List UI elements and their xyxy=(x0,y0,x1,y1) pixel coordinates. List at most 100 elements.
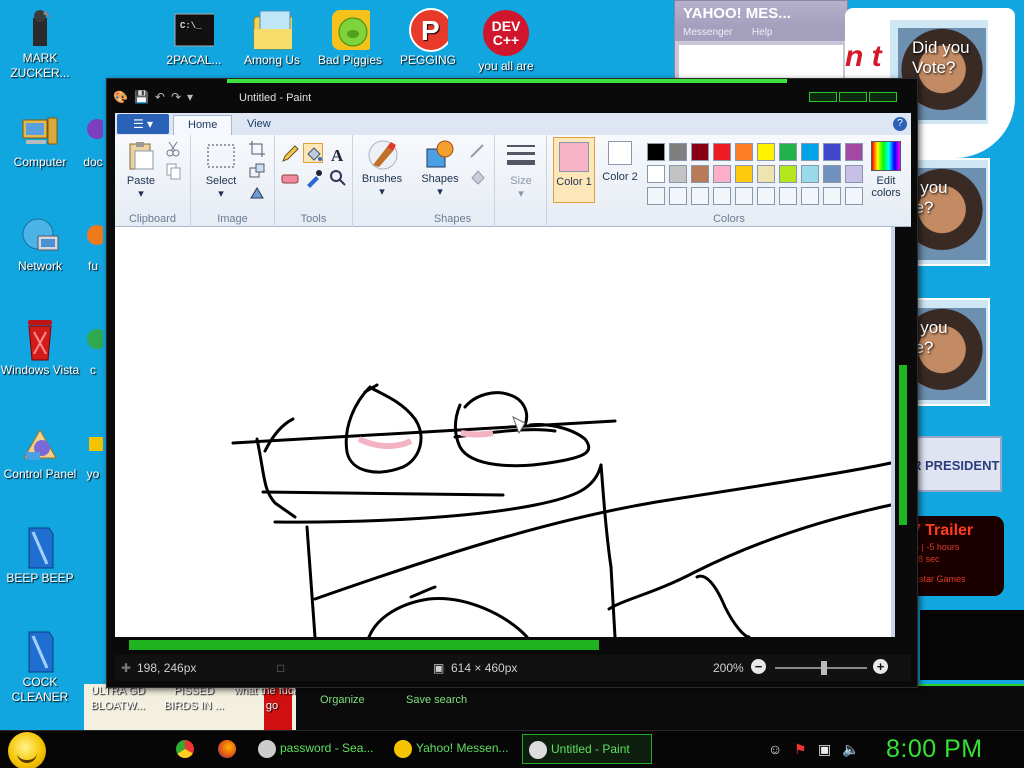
color-2-button[interactable]: Color 2 xyxy=(599,141,641,183)
palette-swatch[interactable] xyxy=(669,143,687,161)
desktop-icon-computer[interactable]: Computer xyxy=(0,112,80,170)
menu-messenger[interactable]: Messenger xyxy=(683,27,732,38)
desktop-icon-2pacal[interactable]: C:\_ 2PACAL... xyxy=(154,10,234,68)
desktop-icon-windows-vista[interactable]: Windows Vista xyxy=(0,320,80,378)
desktop-icon-c[interactable]: c xyxy=(78,320,108,378)
clock[interactable]: 8:00 PM xyxy=(886,735,983,764)
save-icon[interactable]: 💾 xyxy=(134,90,149,104)
taskbar-button-yahoo[interactable]: Yahoo! Messen... xyxy=(388,734,516,764)
copy-icon[interactable] xyxy=(163,161,183,181)
palette-swatch[interactable] xyxy=(735,143,753,161)
palette-swatch[interactable] xyxy=(823,165,841,183)
scroll-thumb[interactable] xyxy=(899,365,907,525)
fill-icon[interactable] xyxy=(303,143,323,163)
palette-swatch[interactable] xyxy=(691,187,709,205)
palette-swatch[interactable] xyxy=(779,143,797,161)
desktop-icon-beep-beep[interactable]: BEEP BEEP xyxy=(0,527,80,586)
eraser-icon[interactable] xyxy=(279,167,299,187)
desktop-icon-yo[interactable]: yo xyxy=(78,424,108,482)
zoom-in-button[interactable]: + xyxy=(873,659,888,674)
palette-swatch[interactable] xyxy=(713,165,731,183)
scroll-thumb[interactable] xyxy=(129,640,599,650)
palette-swatch[interactable] xyxy=(691,143,709,161)
palette-swatch[interactable] xyxy=(647,165,665,183)
tab-view[interactable]: View xyxy=(233,115,285,135)
maximize-button[interactable] xyxy=(839,92,867,102)
desktop-icon-mark-zucker[interactable]: MARK ZUCKER... xyxy=(0,8,80,81)
desktop-icon-you-all-are[interactable]: DEV C++ you all are xyxy=(466,10,546,74)
desktop-icon-ultra-gd[interactable]: ULTRA GD BLOATW... xyxy=(80,684,156,714)
select-button[interactable]: Select ▾ xyxy=(197,141,245,200)
help-icon[interactable]: ? xyxy=(893,117,907,131)
chrome-icon[interactable] xyxy=(176,740,194,758)
customize-icon[interactable]: ▾ xyxy=(187,90,193,104)
messenger-tray-icon[interactable]: ☺ xyxy=(768,741,782,757)
rotate-icon[interactable] xyxy=(247,183,267,203)
network-tray-icon[interactable]: ▣ xyxy=(818,741,831,758)
crop-icon[interactable] xyxy=(247,139,267,159)
color-1-button[interactable]: Color 1 xyxy=(553,137,595,203)
desktop-icon-control-panel[interactable]: Control Panel xyxy=(0,424,80,482)
palette-swatch[interactable] xyxy=(757,187,775,205)
outline-icon[interactable] xyxy=(467,141,487,161)
palette-swatch[interactable] xyxy=(823,143,841,161)
palette-swatch[interactable] xyxy=(713,143,731,161)
desktop-icon-pegging[interactable]: P PEGGING xyxy=(388,8,468,68)
resize-icon[interactable] xyxy=(247,161,267,181)
desktop-icon-doc[interactable]: doc xyxy=(78,112,108,170)
tab-home[interactable]: Home xyxy=(173,115,233,135)
minimize-button[interactable] xyxy=(809,92,837,102)
palette-swatch[interactable] xyxy=(801,143,819,161)
desktop-icon-fu[interactable]: fu xyxy=(78,216,108,274)
palette-swatch[interactable] xyxy=(779,165,797,183)
close-button[interactable] xyxy=(869,92,897,102)
palette-swatch[interactable] xyxy=(779,187,797,205)
palette-swatch[interactable] xyxy=(801,165,819,183)
palette-swatch[interactable] xyxy=(845,143,863,161)
palette-swatch[interactable] xyxy=(735,187,753,205)
palette-swatch[interactable] xyxy=(845,165,863,183)
redo-icon[interactable]: ↷ xyxy=(171,90,181,104)
paint-window[interactable]: 🎨 💾 ↶ ↷ ▾ Untitled - Paint ☰ ▾ Home View… xyxy=(106,78,918,688)
desktop-icon-pissed-birds[interactable]: PISSED BIRDS IN ... xyxy=(156,684,232,714)
palette-swatch[interactable] xyxy=(647,143,665,161)
desktop-icon-cock-cleaner[interactable]: COCK CLEANER xyxy=(0,631,80,705)
zoom-out-button[interactable]: − xyxy=(751,659,766,674)
flag-icon[interactable]: ⚑ xyxy=(794,741,807,758)
palette-swatch[interactable] xyxy=(735,165,753,183)
taskbar-button-paint[interactable]: Untitled - Paint xyxy=(522,734,652,764)
paint-menu-button[interactable]: ☰ ▾ xyxy=(117,114,169,134)
edit-colors-button[interactable]: Edit colors xyxy=(865,141,907,199)
desktop-icon-network[interactable]: Network xyxy=(0,216,80,274)
taskbar-button-search[interactable]: password - Sea... xyxy=(252,734,380,764)
palette-swatch[interactable] xyxy=(669,165,687,183)
palette-swatch[interactable] xyxy=(647,187,665,205)
firefox-icon[interactable] xyxy=(218,740,236,758)
menu-help[interactable]: Help xyxy=(752,27,773,38)
text-icon[interactable]: A xyxy=(327,143,347,165)
palette-swatch[interactable] xyxy=(757,165,775,183)
undo-icon[interactable]: ↶ xyxy=(155,90,165,104)
palette-swatch[interactable] xyxy=(757,143,775,161)
volume-icon[interactable]: 🔈 xyxy=(842,741,859,758)
paste-button[interactable]: Paste ▾ xyxy=(123,141,159,200)
zoom-slider-handle[interactable] xyxy=(821,661,827,675)
color-picker-icon[interactable] xyxy=(303,167,323,188)
save-search-button[interactable]: Save search xyxy=(406,694,467,706)
yahoo-messenger-window[interactable]: YAHOO! MES... Messenger Help xyxy=(674,0,848,81)
palette-swatch[interactable] xyxy=(669,187,687,205)
size-button[interactable]: Size ▾ xyxy=(501,141,541,200)
drawing-canvas[interactable] xyxy=(115,227,893,639)
title-bar[interactable]: 🎨 💾 ↶ ↷ ▾ Untitled - Paint xyxy=(107,87,917,111)
brushes-button[interactable]: Brushes ▾ xyxy=(359,139,405,198)
palette-swatch[interactable] xyxy=(845,187,863,205)
desktop-icon-among-us[interactable]: Among Us xyxy=(232,10,312,68)
start-button[interactable] xyxy=(8,732,46,768)
horizontal-scrollbar[interactable] xyxy=(115,637,893,653)
organize-button[interactable]: Organize xyxy=(320,694,365,706)
palette-swatch[interactable] xyxy=(691,165,709,183)
cut-icon[interactable] xyxy=(163,139,183,159)
palette-swatch[interactable] xyxy=(713,187,731,205)
shapes-button[interactable]: Shapes ▾ xyxy=(417,139,463,198)
shape-fill-icon[interactable] xyxy=(467,165,487,185)
